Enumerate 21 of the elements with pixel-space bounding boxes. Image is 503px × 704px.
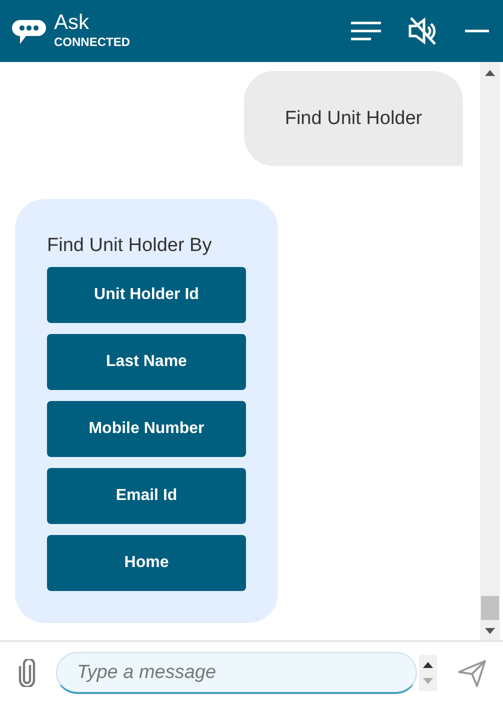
scroll-down-icon[interactable] (485, 628, 495, 634)
option-button[interactable]: Mobile Number (47, 401, 246, 457)
spin-up-icon[interactable] (423, 662, 433, 668)
scrollbar-thumb[interactable] (481, 596, 499, 620)
paperclip-icon[interactable] (18, 659, 36, 687)
connection-status: CONNECTED (54, 34, 130, 50)
send-icon[interactable] (457, 658, 487, 688)
option-button[interactable]: Unit Holder Id (47, 267, 246, 323)
menu-icon[interactable] (351, 21, 381, 41)
option-button[interactable]: Last Name (47, 334, 246, 390)
scrollbar[interactable] (480, 62, 500, 640)
bot-message-text: Find Unit Holder By (47, 235, 213, 257)
minimize-icon[interactable] (465, 29, 489, 33)
chat-title: Ask (54, 12, 90, 34)
chat-bubble-icon (12, 20, 46, 46)
option-button[interactable]: Email Id (47, 468, 246, 524)
option-button[interactable]: Home (47, 535, 246, 591)
user-message: Find Unit Holder (244, 71, 463, 166)
muted-speaker-icon[interactable] (407, 15, 439, 47)
message-input[interactable]: Type a message (56, 652, 417, 694)
scroll-up-icon[interactable] (485, 70, 495, 76)
